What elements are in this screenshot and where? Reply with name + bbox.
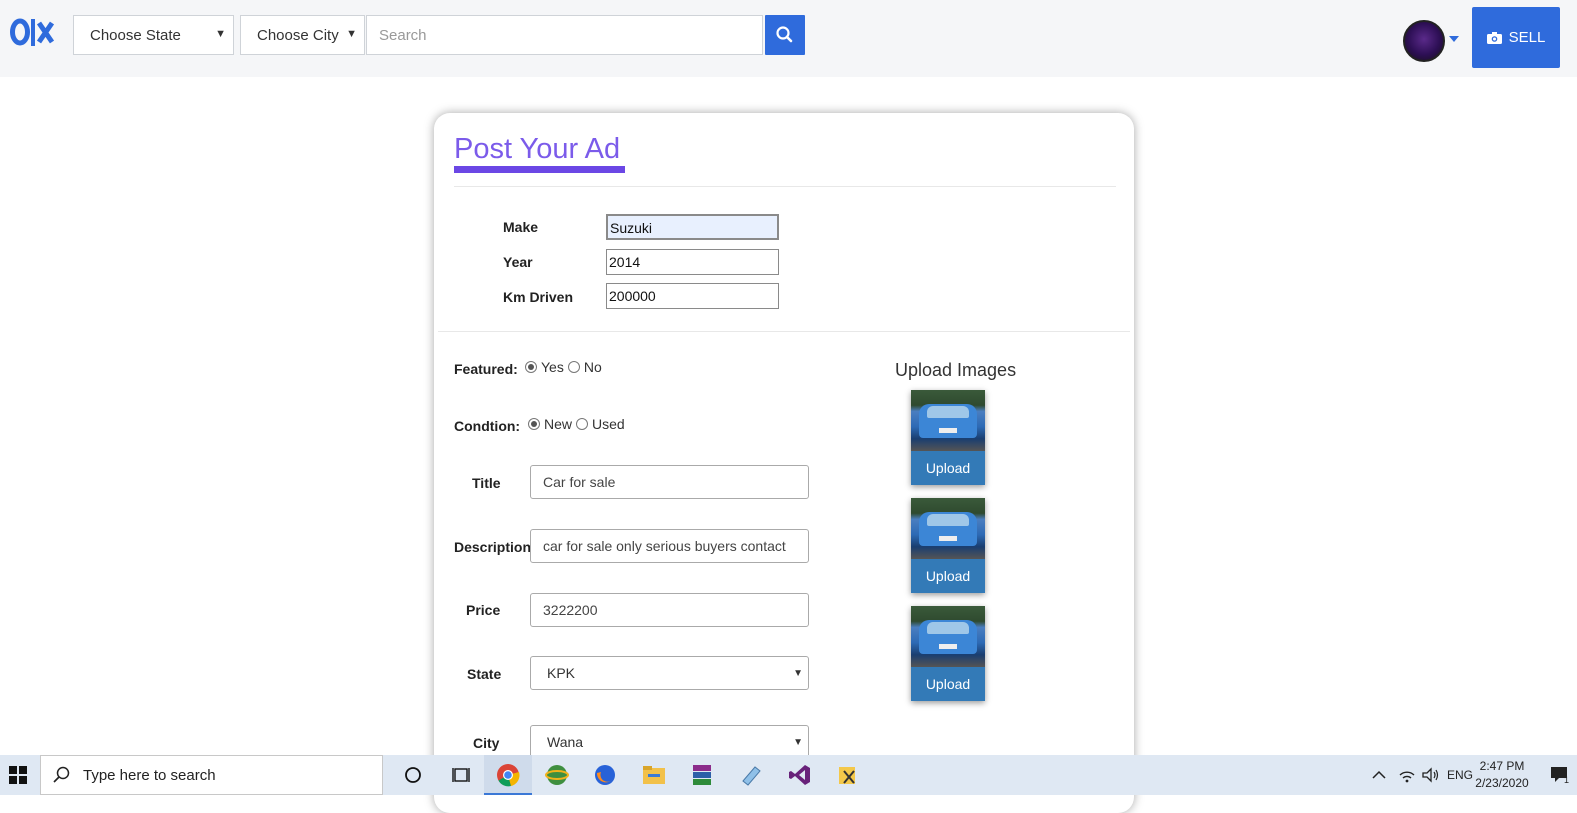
user-avatar[interactable] [1403,20,1445,62]
state-select[interactable]: KPK ▼ [530,656,809,690]
km-driven-label: Km Driven [503,289,574,305]
page-title: Post Your Ad [454,133,621,165]
winrar-icon[interactable] [688,761,716,789]
volume-icon[interactable] [1422,755,1440,795]
olx-logo[interactable] [10,14,56,50]
visual-studio-icon[interactable] [786,761,814,789]
globe-app-icon[interactable] [543,761,571,789]
divider [454,186,1116,187]
title-underline [454,166,625,173]
upload-images-heading: Upload Images [895,360,1017,380]
upload-button-3[interactable]: Upload [911,667,985,701]
upload-slot-2: Upload [911,498,985,593]
search-input[interactable]: Search [366,15,763,55]
sell-button[interactable]: SELL [1472,7,1560,68]
chevron-down-icon: ▼ [793,737,803,748]
caret-down-icon[interactable] [1449,36,1459,42]
camera-icon [1486,32,1502,44]
condition-label: Condtion: [454,418,521,434]
make-label: Make [503,219,539,235]
xampp-icon[interactable] [834,761,862,789]
car-thumbnail-image [911,498,985,559]
featured-label: Featured: [454,361,518,377]
featured-yes-label: Yes [541,359,564,375]
wifi-icon[interactable] [1398,755,1416,795]
car-thumbnail-image [911,606,985,667]
upload-slot-3: Upload [911,606,985,701]
chevron-down-icon: ▼ [346,28,357,40]
search-icon [776,26,793,43]
car-thumbnail-image [911,390,985,451]
choose-state-label: Choose State [90,27,181,44]
chevron-down-icon: ▼ [215,28,226,40]
upload-slot-1: Upload [911,390,985,485]
taskbar-search-box[interactable]: Type here to search [40,755,383,795]
post-ad-card: Post Your Ad Make Suzuki Year 2014 Km Dr… [434,113,1134,813]
featured-no-label: No [583,359,602,375]
search-button[interactable] [765,15,805,55]
make-input[interactable]: Suzuki [606,214,779,240]
sell-label: SELL [1508,29,1546,46]
choose-city-select[interactable]: Choose City ▼ [240,15,365,55]
clock-time: 2:47 PM [1479,759,1525,773]
file-explorer-icon[interactable] [640,761,668,789]
year-label: Year [503,254,533,270]
featured-yes-radio[interactable] [525,361,537,373]
description-label: Description [454,539,532,555]
condition-used-radio[interactable] [576,418,589,430]
cortana-icon[interactable] [399,761,427,789]
city-value: Wana [547,734,584,750]
featured-radio-group: Yes No [525,359,602,375]
search-icon [53,766,70,783]
choose-state-select[interactable]: Choose State ▼ [73,15,234,55]
km-driven-input[interactable]: 200000 [606,283,779,309]
chevron-down-icon: ▼ [793,668,803,679]
top-navbar: Choose State ▼ Choose City ▼ Search SELL [0,0,1577,77]
condition-new-radio[interactable] [528,418,540,430]
windows-taskbar: Type here to search ENG 2:47 PM 2/23/202… [0,755,1577,795]
featured-no-radio[interactable] [567,361,580,373]
clock-date: 2/23/2020 [1475,776,1529,790]
task-view-icon[interactable] [448,761,476,789]
city-select[interactable]: Wana ▼ [530,725,809,759]
title-input[interactable]: Car for sale [530,465,809,499]
condition-new-label: New [544,416,573,432]
state-value: KPK [547,665,576,681]
upload-button-2[interactable]: Upload [911,559,985,593]
notification-center-icon[interactable]: 1 [1550,755,1569,795]
price-label: Price [466,602,501,618]
show-hidden-icons-chevron-icon[interactable] [1372,755,1386,795]
price-input[interactable]: 3222200 [530,593,809,627]
firefox-icon[interactable] [591,761,619,789]
year-input[interactable]: 2014 [606,249,779,275]
notification-count-badge: 1 [1564,775,1570,785]
condition-used-label: Used [592,416,625,432]
taskbar-search-placeholder: Type here to search [83,766,216,784]
upload-button-1[interactable]: Upload [911,451,985,485]
chrome-icon[interactable] [494,761,522,789]
windows-start-icon[interactable] [4,761,32,789]
state-label: State [467,666,502,682]
description-input[interactable]: car for sale only serious buyers contact [530,529,809,563]
notepad-icon[interactable] [737,761,765,789]
city-label: City [473,735,500,751]
divider [438,331,1130,332]
title-label: Title [472,475,501,491]
choose-city-label: Choose City [257,27,339,44]
condition-radio-group: New Used [528,416,625,432]
taskbar-clock[interactable]: 2:47 PM 2/23/2020 [1467,758,1537,792]
search-placeholder: Search [379,27,427,44]
